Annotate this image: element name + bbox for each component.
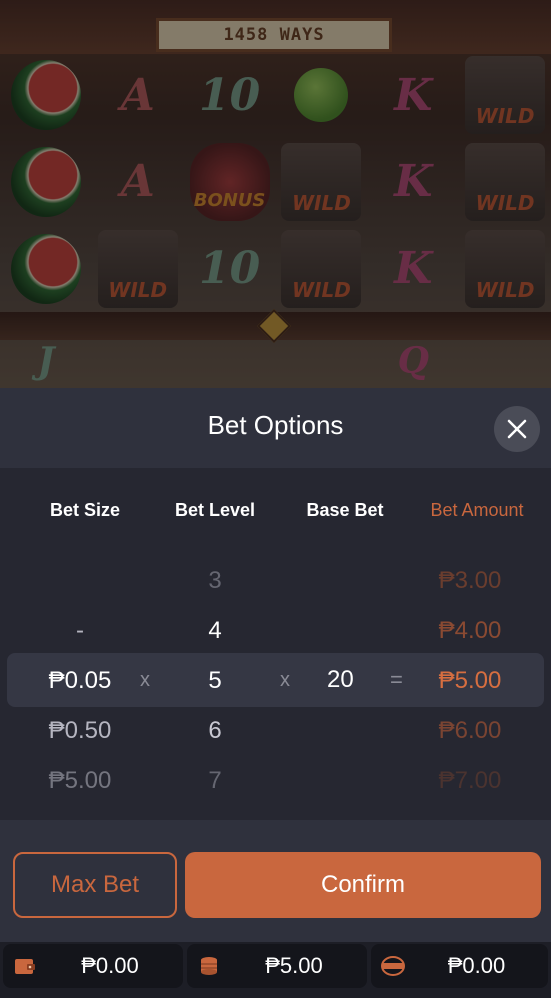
- bet-size-option[interactable]: ₱0.50: [20, 708, 140, 758]
- column-headers: Bet Size Bet Level Base Bet Bet Amount: [0, 500, 551, 530]
- bet-size-option[interactable]: [20, 558, 140, 608]
- header-base-bet: Base Bet: [306, 500, 384, 520]
- close-button[interactable]: [494, 406, 540, 452]
- win-value: ₱0.00: [447, 953, 506, 978]
- game-area: 1458 WAYS A 10 K WILD A BONUS WILD K WIL…: [0, 0, 551, 388]
- header-bet-amount: Bet Amount: [430, 500, 524, 520]
- multiply-sign: x: [140, 669, 150, 691]
- balance-value: ₱0.00: [81, 953, 139, 978]
- bet-amount-wheel[interactable]: ₱3.00 ₱4.00 ₱5.00 ₱6.00 ₱7.00: [410, 558, 530, 808]
- bet-size-option[interactable]: ₱5.00: [20, 758, 140, 808]
- header-bet-size: Bet Size: [49, 500, 121, 520]
- bet-box: ₱5.00: [187, 944, 367, 988]
- win-box: ₱0.00: [371, 944, 548, 988]
- bet-amount-selected[interactable]: ₱5.00: [410, 658, 530, 708]
- wallet-icon: [15, 959, 35, 974]
- header-bet-level: Bet Level: [174, 500, 256, 520]
- bet-level-option[interactable]: 7: [155, 758, 275, 808]
- bet-size-wheel[interactable]: - ₱0.05 ₱0.50 ₱5.00: [20, 558, 140, 808]
- confirm-button[interactable]: Confirm: [185, 852, 541, 918]
- bet-picker: - ₱0.05 ₱0.50 ₱5.00 x 3 4 5 6 7 x 20 = ₱…: [0, 558, 551, 808]
- multiply-sign: x: [280, 669, 290, 691]
- bet-level-selected[interactable]: 5: [155, 658, 275, 708]
- panel-title: Bet Options: [207, 410, 344, 440]
- bet-amount-option[interactable]: ₱7.00: [410, 758, 530, 808]
- win-badge-icon: [381, 956, 405, 976]
- base-bet-value: 20: [327, 666, 354, 693]
- balance-box: ₱0.00: [3, 944, 183, 988]
- max-bet-button[interactable]: Max Bet: [13, 852, 177, 918]
- bet-value: ₱5.00: [265, 953, 323, 978]
- bet-size-selected[interactable]: ₱0.05: [20, 658, 140, 708]
- bet-level-option[interactable]: 3: [155, 558, 275, 608]
- close-icon: [507, 419, 527, 439]
- bet-options-panel: Bet Options Bet Size Bet Level Base Bet …: [0, 388, 551, 998]
- bet-level-wheel[interactable]: 3 4 5 6 7: [155, 558, 275, 808]
- bet-level-option[interactable]: 4: [155, 608, 275, 658]
- bet-amount-option[interactable]: ₱6.00: [410, 708, 530, 758]
- bet-amount-option[interactable]: ₱3.00: [410, 558, 530, 608]
- status-footer: ₱0.00 ₱5.00 ₱0.00: [0, 942, 551, 998]
- bet-size-option[interactable]: -: [20, 608, 140, 658]
- bet-level-option[interactable]: 6: [155, 708, 275, 758]
- equals-sign: =: [390, 667, 403, 692]
- panel-header: Bet Options: [0, 388, 551, 468]
- coin-stack-icon: [201, 957, 217, 975]
- bet-amount-option[interactable]: ₱4.00: [410, 608, 530, 658]
- modal-backdrop[interactable]: [0, 0, 551, 388]
